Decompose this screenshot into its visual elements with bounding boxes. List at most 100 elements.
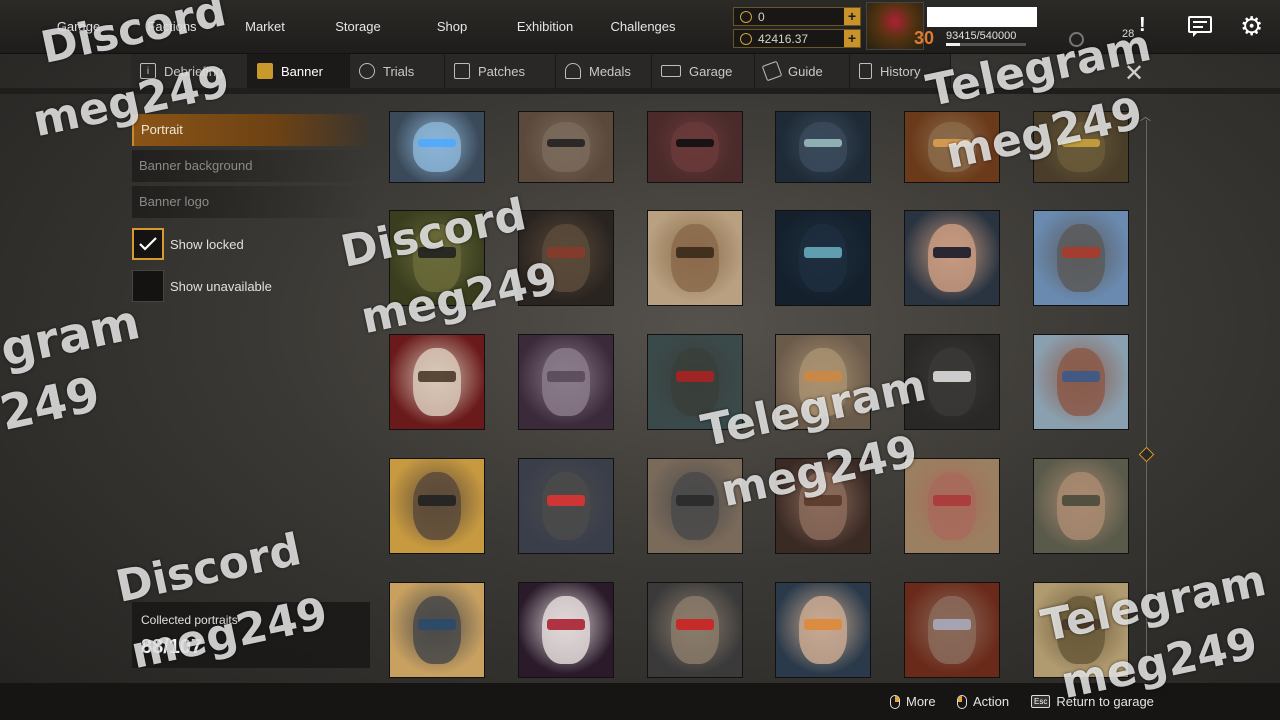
portrait-tile[interactable] (904, 111, 1000, 183)
portrait-tile[interactable] (518, 210, 614, 306)
portrait-tile[interactable] (775, 111, 871, 183)
category-banner-background[interactable]: Banner background (132, 150, 370, 182)
badge-icon[interactable] (1069, 32, 1084, 47)
portrait-face (670, 348, 720, 416)
nav-garage[interactable]: Garage (40, 0, 117, 54)
portrait-tile[interactable] (1033, 458, 1129, 554)
portrait-tile[interactable] (647, 210, 743, 306)
show-locked-label: Show locked (170, 236, 244, 252)
watermark-text: gram (0, 294, 145, 378)
portrait-tile[interactable] (389, 334, 485, 430)
portrait-tile[interactable] (518, 458, 614, 554)
scrollbar-track[interactable] (1146, 120, 1147, 680)
chat-icon[interactable] (1188, 16, 1212, 43)
target-icon (359, 63, 375, 79)
scrollbar-thumb[interactable] (1138, 446, 1155, 463)
portrait-face (1056, 472, 1106, 540)
portrait-tile[interactable] (775, 210, 871, 306)
show-unavailable-checkbox[interactable] (132, 270, 164, 302)
tab-trials[interactable]: Trials (350, 54, 445, 88)
category-banner-logo[interactable]: Banner logo (132, 186, 370, 218)
tab-history[interactable]: History (850, 54, 951, 88)
show-unavailable-label: Show unavailable (170, 278, 272, 294)
portrait-tile[interactable] (1033, 111, 1129, 183)
tab-debriefing[interactable]: i Debriefing (131, 54, 248, 88)
portrait-tile[interactable] (1033, 334, 1129, 430)
nav-challenges[interactable]: Challenges (599, 0, 687, 54)
portrait-visor (804, 370, 842, 382)
return-hint[interactable]: Esc Return to garage (1031, 694, 1154, 709)
portrait-tile[interactable] (389, 111, 485, 183)
portrait-tile[interactable] (647, 111, 743, 183)
portrait-face (412, 472, 462, 540)
tab-banner[interactable]: Banner (248, 54, 350, 88)
portrait-face (541, 596, 591, 664)
portrait-face (798, 472, 848, 540)
portrait-tile[interactable] (904, 210, 1000, 306)
portrait-visor (1062, 494, 1100, 506)
nav-factions[interactable]: Factions (117, 0, 227, 54)
close-icon[interactable]: ✕ (1124, 62, 1144, 86)
nav-storage[interactable]: Storage (303, 0, 413, 54)
nav-exhibition[interactable]: Exhibition (491, 0, 599, 54)
show-locked-checkbox[interactable] (132, 228, 164, 260)
portrait-tile[interactable] (1033, 210, 1129, 306)
add-currency-1-button[interactable]: + (844, 8, 860, 25)
portrait-visor (1062, 138, 1100, 147)
gear-icon[interactable]: ⚙ (1240, 12, 1263, 40)
nav-market[interactable]: Market (227, 0, 303, 54)
portrait-tile[interactable] (1033, 582, 1129, 678)
exclamation-icon[interactable]: ! (1139, 14, 1146, 37)
category-portrait[interactable]: Portrait (132, 114, 370, 146)
portrait-tile[interactable] (904, 582, 1000, 678)
portrait-visor (933, 618, 971, 630)
mouse-right-icon (890, 694, 900, 709)
coin-icon (740, 10, 752, 23)
garage-icon (661, 65, 681, 77)
show-locked-row[interactable]: Show locked (132, 228, 244, 260)
portrait-visor (547, 138, 585, 147)
tab-garage[interactable]: Garage (652, 54, 755, 88)
portrait-visor (418, 246, 456, 258)
guide-icon (761, 60, 783, 82)
action-hint[interactable]: Action (957, 694, 1009, 709)
more-label: More (906, 694, 936, 709)
tab-medals[interactable]: Medals (556, 54, 652, 88)
top-bar: Garage Factions Market Storage Shop Exhi… (0, 0, 1280, 54)
tab-label: Medals (589, 63, 631, 79)
patch-icon (454, 63, 470, 79)
collected-label: Collected portraits (141, 613, 238, 627)
portrait-visor (933, 370, 971, 382)
portrait-tile[interactable] (647, 458, 743, 554)
portrait-tile[interactable] (647, 334, 743, 430)
portrait-tile[interactable] (647, 582, 743, 678)
portrait-tile[interactable] (389, 458, 485, 554)
portrait-visor (933, 494, 971, 506)
portrait-tile[interactable] (775, 458, 871, 554)
nav-shop[interactable]: Shop (413, 0, 491, 54)
add-currency-2-button[interactable]: + (844, 30, 860, 47)
watermark-text: Discord (111, 524, 306, 613)
portrait-tile[interactable] (389, 582, 485, 678)
portrait-tile[interactable] (775, 582, 871, 678)
show-unavailable-row[interactable]: Show unavailable (132, 270, 272, 302)
tab-guide[interactable]: Guide (755, 54, 850, 88)
coupon-icon (740, 32, 752, 45)
main-nav: Garage Factions Market Storage Shop Exhi… (40, 0, 687, 54)
bottom-bar: More Action Esc Return to garage (0, 683, 1280, 720)
portrait-visor (676, 618, 714, 630)
medal-icon (565, 63, 581, 79)
portrait-tile[interactable] (904, 334, 1000, 430)
portrait-tile[interactable] (904, 458, 1000, 554)
portrait-tile[interactable] (518, 334, 614, 430)
portrait-tile[interactable] (518, 111, 614, 183)
portrait-visor (1062, 618, 1100, 630)
portrait-tile[interactable] (389, 210, 485, 306)
portrait-visor (418, 494, 456, 506)
tab-patches[interactable]: Patches (445, 54, 556, 88)
currency-1-box: 0 + (733, 7, 861, 26)
portrait-tile[interactable] (518, 582, 614, 678)
more-hint[interactable]: More (890, 694, 936, 709)
portrait-face (1056, 121, 1106, 173)
portrait-tile[interactable] (775, 334, 871, 430)
